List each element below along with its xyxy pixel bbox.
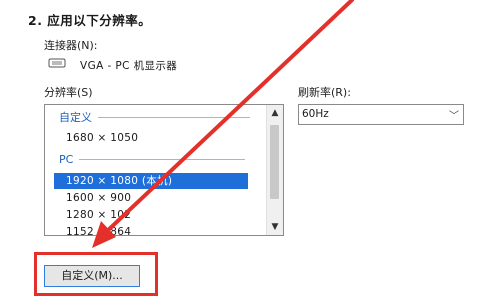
connector-monitor: VGA - PC 机显示器 xyxy=(80,60,178,72)
listbox-scrollbar[interactable]: ▲ ▼ xyxy=(266,105,283,235)
scroll-up-icon[interactable]: ▲ xyxy=(267,105,283,121)
refresh-rate-value: 60Hz xyxy=(302,108,329,120)
connector-label: 连接器(N): xyxy=(44,39,98,52)
resolution-item[interactable]: 1680 × 1050 xyxy=(54,130,248,146)
resolution-label: 分辨率(S) xyxy=(44,86,93,99)
resolution-item-selected[interactable]: 1920 × 1080 (本机) xyxy=(54,173,248,189)
resolution-item[interactable]: 1280 × 102 xyxy=(54,207,248,223)
step-title: 2. 应用以下分辨率。 xyxy=(28,13,152,28)
resolution-item[interactable]: 1600 × 900 xyxy=(54,190,248,206)
group-header-custom: 自定义 xyxy=(59,109,250,125)
monitor-icon xyxy=(48,58,66,68)
scroll-thumb[interactable] xyxy=(270,125,279,199)
chevron-down-icon[interactable]: ﹀ xyxy=(449,107,459,122)
resolution-item[interactable]: 1152 × 864 xyxy=(54,224,248,236)
group-header-pc: PC xyxy=(59,153,246,166)
refresh-rate-select[interactable]: 60Hz ﹀ xyxy=(298,104,464,125)
scroll-down-icon[interactable]: ▼ xyxy=(267,219,283,235)
resolution-listbox[interactable]: 自定义 1680 × 1050 PC 1920 × 1080 (本机) 1600… xyxy=(44,104,284,236)
custom-resolution-button[interactable]: 自定义(M)... xyxy=(44,265,140,287)
refresh-label: 刷新率(R): xyxy=(298,86,351,99)
